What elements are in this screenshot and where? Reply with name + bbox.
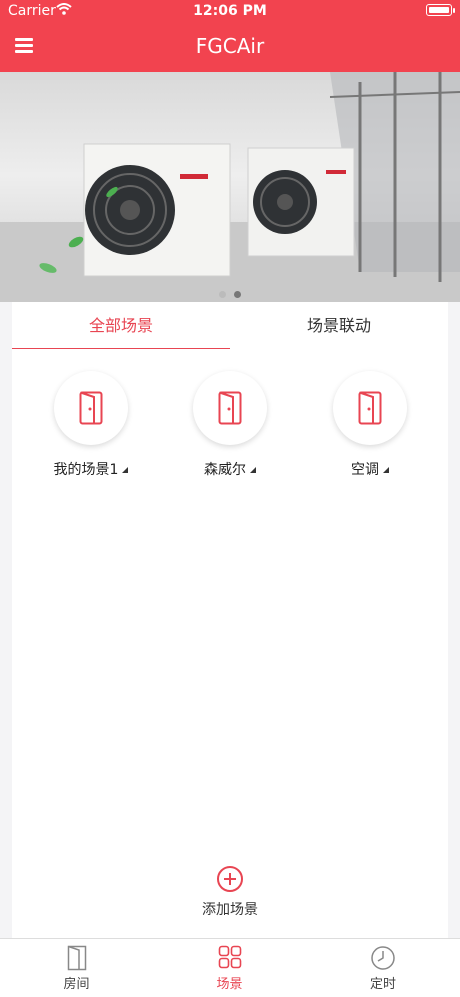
tabbar-item-rooms[interactable]: 房间 [0, 939, 153, 997]
carousel-indicator[interactable] [0, 291, 460, 298]
door-icon [358, 391, 382, 425]
status-bar: Carrier 12:06 PM [0, 0, 460, 22]
scene-name: 我的场景1 [53, 462, 119, 478]
scene-label-row: 森威尔 [170, 459, 290, 479]
carousel-dot-1[interactable] [219, 291, 226, 298]
scene-name: 森威尔 [204, 462, 246, 478]
scene-name: 空调 [351, 462, 379, 478]
scene-icon-button[interactable] [193, 371, 267, 445]
dropdown-triangle-icon[interactable] [122, 467, 129, 473]
dropdown-triangle-icon[interactable] [383, 467, 389, 473]
add-scene-button[interactable]: 添加场景 [12, 866, 448, 919]
dropdown-triangle-icon[interactable] [250, 467, 256, 473]
tabbar-item-scenes[interactable]: 场景 [153, 939, 306, 997]
app-header: Carrier 12:06 PM FGCAir [0, 0, 460, 72]
carousel-dot-2[interactable] [234, 291, 241, 298]
tabbar-label-rooms: 房间 [63, 977, 90, 992]
scene-icon-button[interactable] [333, 371, 407, 445]
tabbar-label-scenes: 场景 [216, 977, 243, 992]
page-title: FGCAir [195, 34, 265, 58]
scene-list: 我的场景1 森威尔 空调 添加场景 [12, 349, 448, 938]
tab-all-scenes[interactable]: 全部场景 [12, 302, 230, 350]
scene-label-row: 我的场景1 [31, 459, 151, 479]
scene-label-row: 空调 [310, 459, 430, 479]
door-icon [67, 945, 86, 971]
clock-icon [371, 946, 395, 970]
banner-carousel[interactable] [0, 72, 460, 302]
door-icon [79, 391, 103, 425]
scene-tabs: 全部场景 场景联动 [12, 302, 448, 351]
plus-circle-icon[interactable] [217, 866, 243, 892]
scene-item[interactable]: 空调 [310, 371, 430, 479]
banner-image [0, 72, 460, 302]
tabbar-label-timer: 定时 [369, 977, 396, 992]
tabbar-item-timer[interactable]: 定时 [306, 939, 460, 997]
add-scene-label: 添加场景 [202, 902, 258, 918]
battery-icon [426, 4, 455, 16]
scene-item[interactable]: 森威尔 [170, 371, 290, 479]
scene-item[interactable]: 我的场景1 [31, 371, 151, 479]
grid-icon [218, 945, 241, 969]
tab-scene-linkage[interactable]: 场景联动 [230, 302, 448, 350]
status-time: 12:06 PM [193, 3, 267, 19]
door-icon [218, 391, 242, 425]
scene-icon-button[interactable] [54, 371, 128, 445]
bottom-tab-bar: 房间 场景 定时 [0, 938, 460, 997]
